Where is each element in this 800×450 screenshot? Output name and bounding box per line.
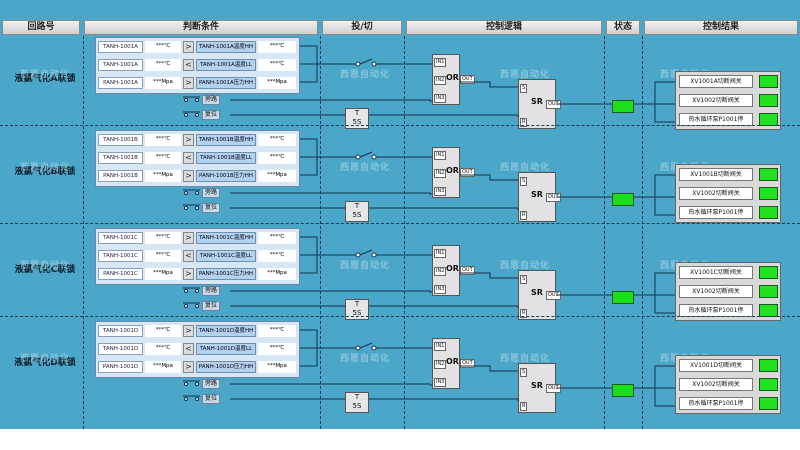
bypass-terminal [195,289,199,293]
reset-terminal [184,113,188,117]
bypass-wire [230,99,432,102]
reset-terminal [195,397,199,401]
bypass-terminal [184,98,188,102]
switch-blade-icon [359,249,373,256]
switch-terminal[interactable] [355,252,361,258]
switch-terminal[interactable] [355,154,361,160]
status-to-result-wire [654,295,675,314]
switch-terminal[interactable] [371,61,377,67]
bypass-terminal [184,289,188,293]
or-to-sr-wire [460,81,518,88]
status-to-result-wire [654,197,675,216]
switch-blade-icon [359,151,373,158]
reset-terminal [195,206,199,210]
timer-to-sr-wire [369,114,519,117]
switch-terminal[interactable] [371,154,377,160]
status-to-result-wire [634,272,675,296]
switch-terminal[interactable] [355,61,361,67]
bypass-terminal [195,98,199,102]
reset-terminal [184,304,188,308]
bypass-wire [230,383,432,386]
reset-terminal [184,397,188,401]
timer-to-sr-wire [369,398,519,401]
or-to-sr-wire [460,365,518,372]
timer-to-sr-wire [369,207,519,210]
or-to-sr-wire [460,174,518,181]
status-to-result-wire [634,365,675,389]
status-to-result-wire [634,81,675,105]
bypass-wire [230,290,432,293]
status-to-result-wire [654,104,675,123]
status-to-result-wire [634,174,675,198]
interlock-board: 回路号 判断条件 投/切 控制逻辑 状态 控制结果 液氯气化A联锁 西恩自动化 西恩… [0,0,800,429]
switch-blade-icon [359,342,373,349]
switch-blade-icon [359,58,373,65]
switch-terminal[interactable] [371,252,377,258]
wiring-layer [183,45,675,407]
timer-to-sr-wire [369,305,519,308]
bypass-terminal [195,382,199,386]
bypass-terminal [195,191,199,195]
bypass-terminal [184,191,188,195]
switch-terminal[interactable] [371,345,377,351]
or-to-sr-wire [460,272,518,279]
reset-terminal [195,113,199,117]
status-to-result-wire [654,388,675,407]
bypass-wire [230,192,432,195]
bypass-terminal [184,382,188,386]
reset-terminal [184,206,188,210]
reset-terminal [195,304,199,308]
switch-terminal[interactable] [355,345,361,351]
screen: 回路号 判断条件 投/切 控制逻辑 状态 控制结果 液氯气化A联锁 西恩自动化 西恩… [0,0,800,450]
